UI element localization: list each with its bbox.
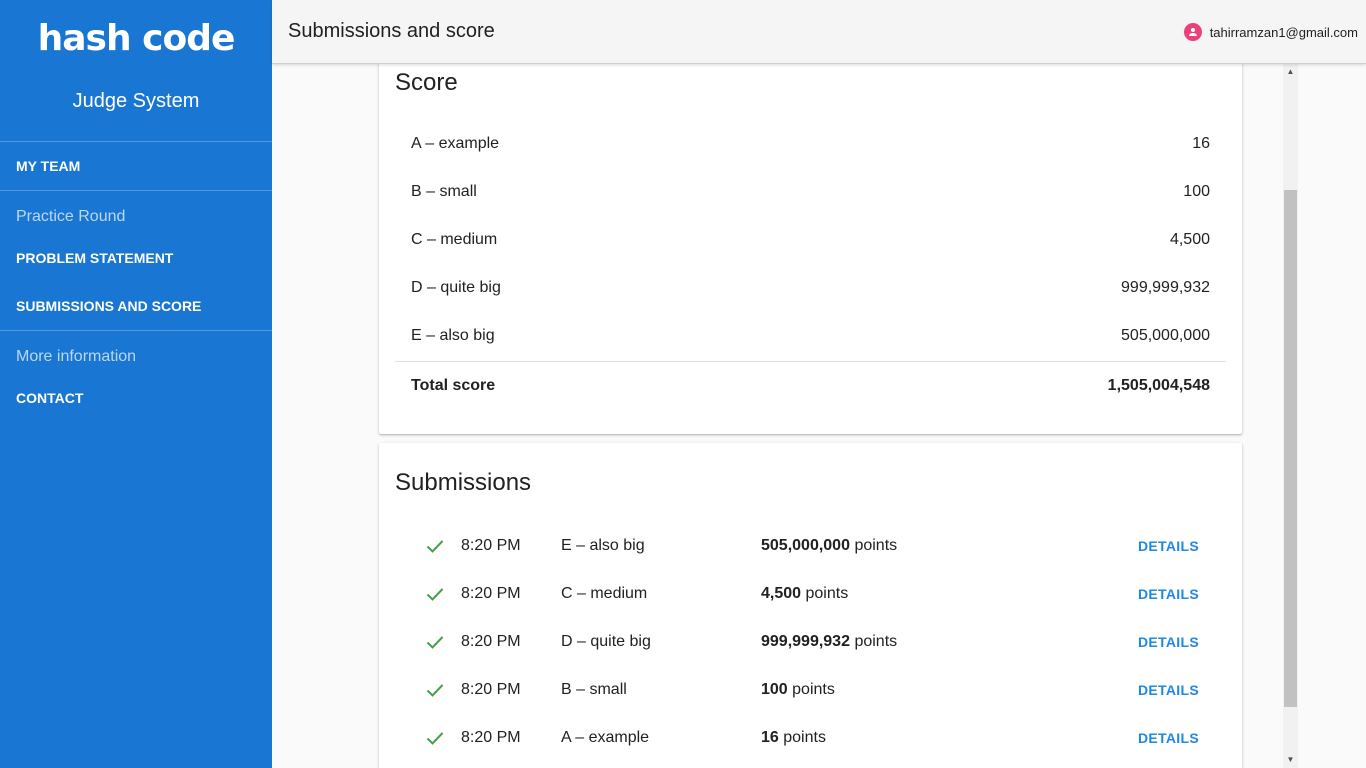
submission-points: 16 points xyxy=(761,714,826,762)
sidebar-divider xyxy=(0,141,272,142)
points-suffix: points xyxy=(783,729,826,746)
submission-time: 8:20 PM xyxy=(461,729,521,746)
submission-row: 8:20 PM B – small 100 points DETAILS xyxy=(411,666,1210,714)
submission-points-value: 16 xyxy=(761,729,779,746)
score-row: E – also big 505,000,000 xyxy=(411,312,1210,360)
submission-time: 8:20 PM xyxy=(461,537,521,554)
submission-time: 8:20 PM xyxy=(461,681,521,698)
check-icon xyxy=(425,632,445,652)
score-row-value: 16 xyxy=(1192,135,1210,152)
submission-points-value: 4,500 xyxy=(761,585,802,602)
points-suffix: points xyxy=(854,633,898,650)
submissions-card-title: Submissions xyxy=(395,469,532,496)
points-suffix: points xyxy=(792,681,835,698)
sidebar-divider xyxy=(0,190,272,191)
submission-dataset: E – also big xyxy=(561,537,645,554)
main-content: Score A – example 16 B – small 100 C – m… xyxy=(272,64,1284,768)
points-suffix: points xyxy=(805,585,849,602)
scrollbar-thumb[interactable] xyxy=(1284,190,1297,707)
submission-points-value: 100 xyxy=(761,681,788,698)
top-bar: Submissions and score tahirramzan1@gmail… xyxy=(272,0,1366,64)
submission-points-value: 999,999,932 xyxy=(761,633,850,650)
submission-dataset: A – example xyxy=(561,729,650,746)
total-score-row: Total score 1,505,004,548 xyxy=(411,362,1210,410)
details-button[interactable]: DETAILS xyxy=(1138,570,1199,618)
sidebar-item-submissions-and-score[interactable]: SUBMISSIONS AND SCORE xyxy=(16,298,201,314)
scroll-down-arrow-icon[interactable]: ▼ xyxy=(1283,752,1298,768)
page-title: Submissions and score xyxy=(288,20,495,42)
score-row-value: 100 xyxy=(1183,183,1210,200)
sidebar-item-problem-statement[interactable]: PROBLEM STATEMENT xyxy=(16,250,173,266)
submission-points-value: 505,000,000 xyxy=(761,537,850,554)
score-row-label: A – example xyxy=(411,135,500,152)
user-email: tahirramzan1@gmail.com xyxy=(1209,24,1358,40)
account-circle-icon xyxy=(1183,23,1202,41)
submission-row: 8:20 PM E – also big 505,000,000 points … xyxy=(411,522,1210,570)
vertical-scrollbar[interactable]: ▲ ▼ xyxy=(1283,64,1298,768)
submission-time: 8:20 PM xyxy=(461,633,521,650)
details-button[interactable]: DETAILS xyxy=(1138,666,1199,714)
sidebar: hash code Judge System MY TEAM Practice … xyxy=(0,0,272,768)
score-card: Score A – example 16 B – small 100 C – m… xyxy=(379,64,1242,434)
check-icon xyxy=(425,584,445,604)
submission-row: 8:20 PM A – example 16 points DETAILS xyxy=(411,714,1210,762)
check-icon xyxy=(425,728,445,748)
submission-points: 999,999,932 points xyxy=(761,618,897,666)
score-row-value: 4,500 xyxy=(1169,231,1210,248)
details-button[interactable]: DETAILS xyxy=(1138,618,1199,666)
total-score-value: 1,505,004,548 xyxy=(1107,377,1210,394)
score-row: A – example 16 xyxy=(411,120,1210,168)
submission-points: 505,000,000 points xyxy=(761,522,897,570)
sidebar-section-practice-round: Practice Round xyxy=(16,208,126,225)
sidebar-divider xyxy=(0,330,272,331)
score-row: D – quite big 999,999,932 xyxy=(411,264,1210,312)
score-card-title: Score xyxy=(395,69,458,96)
submission-points: 100 points xyxy=(761,666,835,714)
submission-points: 4,500 points xyxy=(761,570,848,618)
judge-system-subtitle: Judge System xyxy=(72,90,200,112)
details-button[interactable]: DETAILS xyxy=(1138,714,1199,762)
score-row-label: E – also big xyxy=(411,327,495,344)
scroll-up-arrow-icon[interactable]: ▲ xyxy=(1283,64,1298,80)
total-score-label: Total score xyxy=(411,377,496,394)
score-row-value: 505,000,000 xyxy=(1121,327,1210,344)
submission-dataset: D – quite big xyxy=(561,633,651,650)
details-button[interactable]: DETAILS xyxy=(1138,522,1199,570)
sidebar-section-more-information: More information xyxy=(16,348,137,365)
sidebar-item-contact[interactable]: CONTACT xyxy=(16,390,83,406)
points-suffix: points xyxy=(854,537,898,554)
score-row-label: C – medium xyxy=(411,231,498,248)
submission-time: 8:20 PM xyxy=(461,585,521,602)
check-icon xyxy=(425,680,445,700)
submission-dataset: C – medium xyxy=(561,585,648,602)
score-row-value: 999,999,932 xyxy=(1121,279,1210,296)
score-row: C – medium 4,500 xyxy=(411,216,1210,264)
score-row-label: B – small xyxy=(411,183,477,200)
submission-row: 8:20 PM C – medium 4,500 points DETAILS xyxy=(411,570,1210,618)
score-row-label: D – quite big xyxy=(411,279,501,296)
submissions-card: Submissions 8:20 PM E – also big 505,000… xyxy=(379,443,1242,768)
score-row: B – small 100 xyxy=(411,168,1210,216)
hash-code-logo: hash code xyxy=(37,18,236,59)
user-account[interactable]: tahirramzan1@gmail.com xyxy=(1183,23,1358,41)
submission-row: 8:20 PM D – quite big 999,999,932 points… xyxy=(411,618,1210,666)
submission-dataset: B – small xyxy=(561,681,627,698)
sidebar-item-my-team[interactable]: MY TEAM xyxy=(16,158,80,174)
check-icon xyxy=(425,536,445,556)
